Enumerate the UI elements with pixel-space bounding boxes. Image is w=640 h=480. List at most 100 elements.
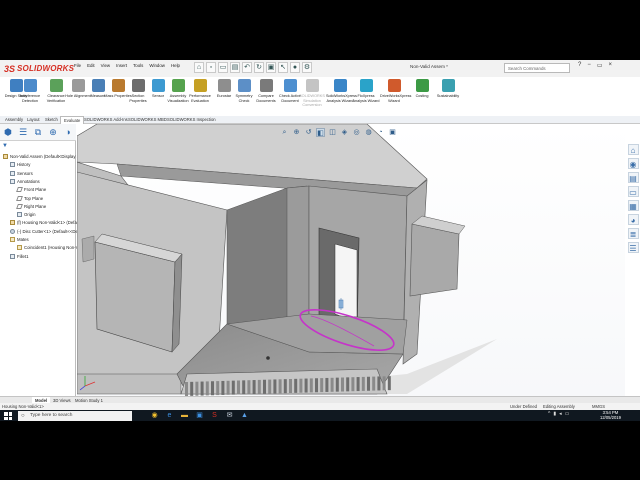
tree-item-mates[interactable]: Mates [10,237,29,242]
open-folder-icon[interactable]: ▭ [218,62,228,73]
print-icon[interactable]: ▤ [230,62,240,73]
solidworks-taskbar-icon[interactable]: S [210,411,219,420]
section-view-icon[interactable]: ◧ [316,128,325,137]
tray-chevron-icon[interactable]: ^ [548,411,550,417]
cooling-fin [320,378,324,393]
menu-view[interactable]: View [101,63,110,68]
custom-properties-icon[interactable]: ≣ [627,228,639,239]
zoom-fit-icon[interactable]: ⌕ [280,128,289,137]
edge-icon[interactable]: e [165,411,174,420]
tree-item-front-plane[interactable]: Front Plane [16,187,46,193]
tree-label: Coincident1 (Housing Non-V [24,245,79,251]
home-icon[interactable]: ⌂ [627,144,639,155]
close-icon[interactable]: × [609,62,613,69]
mail-icon[interactable]: ✉ [225,411,234,420]
property-manager-icon[interactable]: ☰ [17,126,29,138]
undo-icon[interactable]: ↶ [242,62,252,73]
apply-scene-icon[interactable]: ◔ [376,128,385,137]
dimxpert-icon[interactable]: ⊕ [47,126,59,138]
menu-insert[interactable]: Insert [116,63,127,68]
taskbar-search-box[interactable]: ○ Type here to search [18,411,132,421]
tree-item-non-valid-assem-default-displa[interactable]: Non-Valid Assem (Default<Display St [3,154,81,159]
store-icon[interactable]: ▣ [195,411,204,420]
tab-sketch[interactable]: Sketch [42,116,61,124]
windows-start-button[interactable] [4,412,12,420]
interference-detection-button[interactable]: Interference Detection [16,79,44,103]
resources-icon[interactable]: ◉ [627,158,639,169]
configuration-manager-icon[interactable]: ⧉ [32,126,44,138]
menu-help[interactable]: Help [171,63,180,68]
chrome-icon[interactable]: ◉ [150,411,159,420]
design-library-icon[interactable]: ▤ [627,172,639,183]
cooling-fin [325,377,329,392]
network-icon[interactable]: ▮ [553,411,556,417]
solidworks-simulation-conversion-button[interactable]: SOLIDWORKS Simulation Conversion [298,79,326,108]
zoom-area-icon[interactable]: ⊕ [292,128,301,137]
feature-manager-icon[interactable]: ⬢ [2,126,14,138]
select-arrow-icon[interactable]: ↖ [278,62,288,73]
options-gear-icon[interactable]: ⚙ [302,62,312,73]
tree-node-icon [3,154,8,159]
tree-item-right-plane[interactable]: Right Plane [16,203,46,209]
tree-item-f-housing-non-valid-1-defaul[interactable]: (f) Housing Non-Valid<1> (Defaul [10,220,80,226]
forum-icon[interactable]: ☰ [627,242,639,253]
appearances-icon[interactable]: ◕ [627,214,639,225]
driveworksxpress-wizard-button[interactable]: DriveWorksXpress Wizard [380,79,411,103]
taskbar-clock[interactable]: 3:54 PM 12/05/2019 [600,410,621,420]
view-orientation-icon[interactable]: ◫ [328,128,337,137]
tree-label: Non-Valid Assem (Default<Display St [10,154,81,159]
menu-window[interactable]: Window [149,63,165,68]
graphics-area[interactable] [76,123,625,396]
display-style-icon[interactable]: ◈ [340,128,349,137]
housing-model-3d[interactable] [76,123,625,396]
tab-layout[interactable]: Layout [24,116,43,124]
file-explorer-taskbar-icon[interactable]: ▬ [180,411,189,420]
minimize-icon[interactable]: − [587,62,591,69]
cooling-fin [185,382,188,396]
hide-show-icon[interactable]: ◎ [352,128,361,137]
home-icon[interactable]: ⌂ [194,62,204,73]
tree-item-origin[interactable]: Origin [17,212,35,218]
sustainability-button[interactable]: Sustainability [434,79,462,99]
file-explorer-icon[interactable]: ▭ [627,186,639,197]
tree-item-coincident1-housing-non-v[interactable]: Coincident1 (Housing Non-V [17,245,79,251]
tab-assembly[interactable]: Assembly [2,116,26,124]
tree-item-sensors[interactable]: Sensors [10,170,33,176]
menu-bar: File Edit View Insert Tools Window Help [74,63,180,68]
tree-item-annotations[interactable]: Annotations [10,178,40,184]
photos-icon[interactable]: ▲ [240,411,249,420]
search-commands-input[interactable]: Search Commands [504,63,570,73]
maximize-icon[interactable]: ▭ [597,62,603,69]
tree-node-icon [10,178,15,184]
rebuild-icon[interactable]: ↻ [254,62,264,73]
edit-appearance-icon[interactable]: ◍ [364,128,373,137]
view-palette-icon[interactable]: ▦ [627,200,639,211]
costing-button[interactable]: Costing [408,79,436,99]
menu-edit[interactable]: Edit [87,63,95,68]
cooling-fin [268,379,272,394]
display-manager-icon[interactable]: ◑ [62,126,74,138]
tree-item-history[interactable]: History [10,162,30,168]
filter-icon[interactable]: ▼ [2,143,8,149]
new-document-icon[interactable]: ▫ [206,62,216,73]
volume-icon[interactable]: ◂ [559,411,562,417]
tab-solidworks-add-ins[interactable]: SOLIDWORKS Add-Ins [81,116,131,124]
menu-tools[interactable]: Tools [133,63,143,68]
save-icon[interactable]: ▣ [266,62,276,73]
tree-item-fillet1[interactable]: Fillet1 [10,253,28,259]
tree-item-disc-cutter-1-default-def[interactable]: (-) Disc Cutter<1> (Default<<Def [10,228,79,234]
status-units[interactable]: MMGS [592,403,605,410]
previous-view-icon[interactable]: ↺ [304,128,313,137]
cooling-fin [273,379,277,394]
tree-item-top-plane[interactable]: Top Plane [16,195,43,201]
solidworks-logo[interactable]: 3S SOLIDWORKS [4,62,74,75]
traffic-light-icon[interactable]: ● [290,62,300,73]
help-icon[interactable]: ? [578,62,581,69]
notification-icon[interactable]: ▭ [565,411,570,417]
menu-file[interactable]: File [74,63,81,68]
view-settings-icon[interactable]: ▣ [388,128,397,137]
tab-solidworks-inspection[interactable]: SOLIDWORKS Inspection [164,116,219,124]
floxpress-analysis-wizard-button[interactable]: FloXpress Analysis Wizard [352,79,380,103]
solidworksxpress-analysis-wizard-button[interactable]: SolidWorksXpress Analysis Wizard [326,79,357,103]
hole-alignment-icon [71,79,85,92]
